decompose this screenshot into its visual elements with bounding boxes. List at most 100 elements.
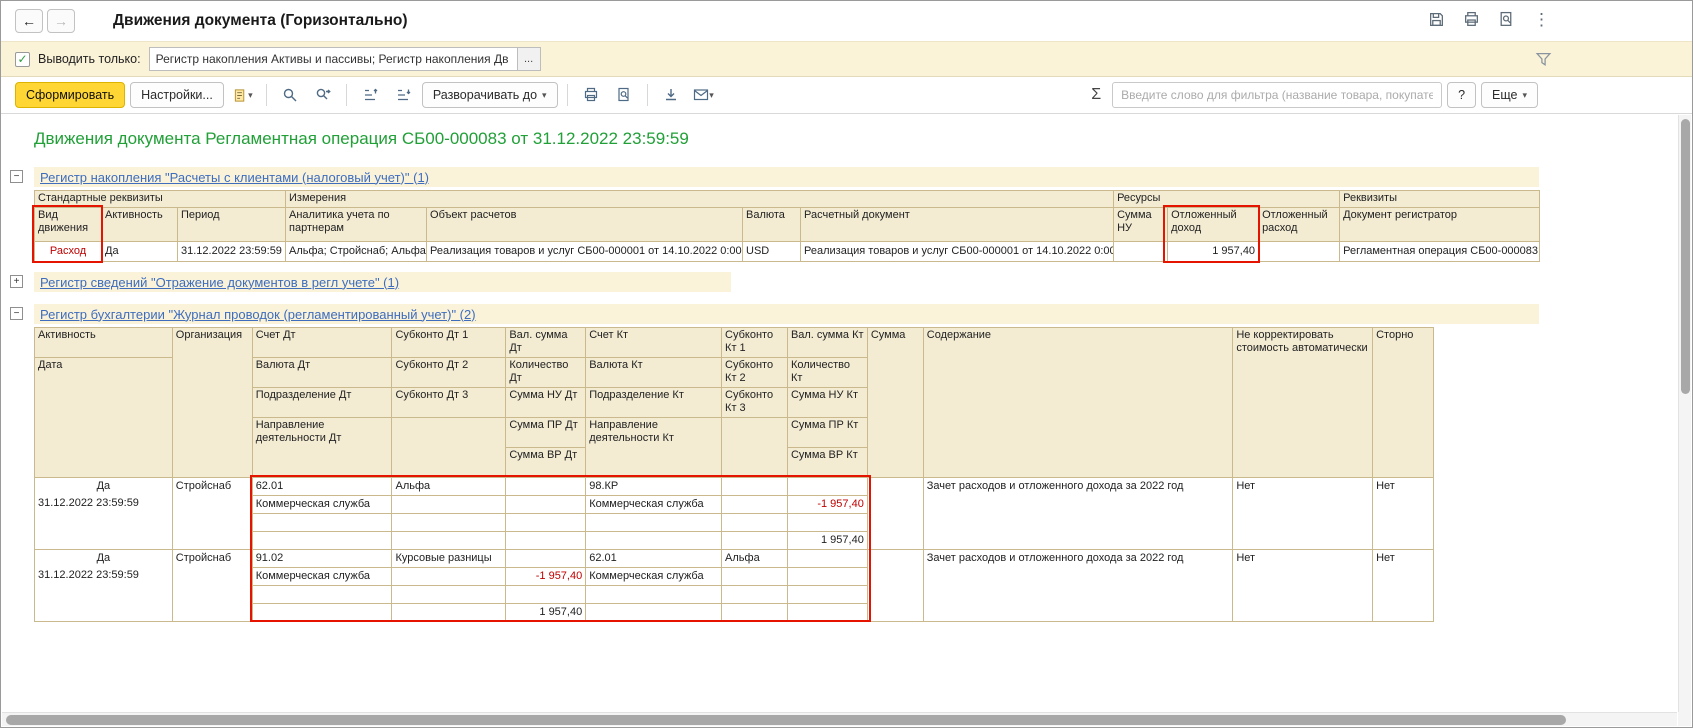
cell-credit-amounts[interactable] <box>787 550 868 621</box>
registers-input[interactable] <box>148 47 517 71</box>
cell-activity[interactable]: Да <box>101 241 178 262</box>
cell-content[interactable]: Зачет расходов и отложенного дохода за 2… <box>924 550 1234 621</box>
cell-activity-date[interactable]: Да 31.12.2022 23:59:59 <box>35 550 173 621</box>
cell-credit-subconto[interactable] <box>722 478 788 549</box>
collapse-section-3-button[interactable]: − <box>10 307 23 320</box>
cell-currency[interactable]: USD <box>742 241 802 262</box>
cell-period[interactable]: 31.12.2022 23:59:59 <box>176 241 287 262</box>
section-link-accounting-register[interactable]: Регистр бухгалтерии "Журнал проводок (ре… <box>40 307 476 322</box>
group-header: Реквизиты <box>1339 190 1541 208</box>
header-date: Дата <box>38 359 63 371</box>
cell-settlement-document[interactable]: Реализация товаров и услуг СБ00-000001 о… <box>800 241 1115 262</box>
expand-section-2-button[interactable]: + <box>10 275 23 288</box>
cell-deferred-income[interactable]: 1 957,40 <box>1167 241 1260 262</box>
toolbar-separator <box>646 84 648 106</box>
registers-browse-button[interactable]: ... <box>516 47 541 71</box>
collapse-section-1-button[interactable]: − <box>10 170 23 183</box>
collapse-groups-button[interactable] <box>356 82 384 108</box>
search-button[interactable] <box>276 82 304 108</box>
more-button[interactable]: Еще ▾ <box>1481 82 1538 108</box>
settings-button[interactable]: Настройки... <box>130 82 224 108</box>
output-only-label: Выводить только: <box>38 52 141 66</box>
quick-filter-input[interactable] <box>1112 82 1443 108</box>
cell-movement-type[interactable]: Расход <box>34 241 102 262</box>
cell-debit-amounts[interactable]: -1 957,40 1 957,40 <box>506 550 587 621</box>
report-variants-button[interactable]: ▾ <box>229 82 257 108</box>
col-header-settlement-object: Объект расчетов <box>426 207 744 242</box>
cell-content[interactable]: Зачет расходов и отложенного дохода за 2… <box>924 478 1234 549</box>
section-bar: Регистр накопления "Расчеты с клиентами … <box>34 167 1539 187</box>
report-area: Движения документа Регламентная операция… <box>2 115 1677 711</box>
section-link-accumulation-register[interactable]: Регистр накопления "Расчеты с клиентами … <box>40 170 429 185</box>
print-preview-button[interactable] <box>610 82 638 108</box>
cell-debit-subconto[interactable]: Альфа <box>392 478 507 549</box>
help-button[interactable]: ? <box>1447 82 1477 108</box>
find-button[interactable] <box>1496 9 1517 30</box>
generate-button[interactable]: Сформировать <box>15 82 126 108</box>
col-credit-amounts: Вал. сумма Кт Количество Кт Сумма НУ Кт … <box>787 328 868 477</box>
caret-down-icon: ▾ <box>248 89 253 100</box>
cell-activity-date[interactable]: Да 31.12.2022 23:59:59 <box>35 478 173 549</box>
group-header: Стандартные реквизиты <box>33 190 287 208</box>
more-window-button[interactable]: ⋮ <box>1531 11 1552 29</box>
cell-registrar[interactable]: Регламентная операция СБ00-000083 от <box>1339 241 1541 262</box>
section-link-information-register[interactable]: Регистр сведений "Отражение документов в… <box>40 275 399 290</box>
output-filter-bar: ✓ Выводить только: ... <box>1 41 1692 77</box>
column-header-row: Вид движения Активность Период Аналитика… <box>34 207 1541 242</box>
report-toolbar: Сформировать Настройки... ▾ Разворачиват… <box>1 77 1692 114</box>
col-header-deferred-income: Отложенный доход <box>1167 207 1260 242</box>
print-titlebar-button[interactable] <box>1461 9 1482 30</box>
col-header-movement-type: Вид движения <box>34 207 102 242</box>
cell-deferred-expense[interactable] <box>1258 241 1341 262</box>
titlebar-icons: ⋮ <box>1426 9 1552 30</box>
save-file-button[interactable] <box>657 82 685 108</box>
col-debit-account: Счет Дт Валюта Дт Подразделение Дт Напра… <box>252 328 393 477</box>
cell-debit-amounts[interactable] <box>506 478 587 549</box>
cell-sum-nu[interactable] <box>1113 241 1169 262</box>
filter-funnel-icon[interactable] <box>1535 51 1552 68</box>
find-next-button[interactable] <box>309 82 337 108</box>
col-sum: Сумма <box>868 328 924 477</box>
expand-to-label: Разворачивать до <box>432 88 538 102</box>
cell-credit-subconto[interactable]: Альфа <box>722 550 788 621</box>
cell-debit-subconto[interactable]: Курсовые разницы <box>392 550 507 621</box>
cell-credit-account[interactable]: 98.КР Коммерческая служба <box>586 478 723 549</box>
register-data-row: Расход Да 31.12.2022 23:59:59 Альфа; Стр… <box>34 241 1541 262</box>
cell-no-adjust[interactable]: Нет <box>1233 478 1374 549</box>
back-button[interactable]: ← <box>15 9 43 33</box>
cell-organization[interactable]: Стройснаб <box>173 550 253 621</box>
save-button[interactable] <box>1426 9 1447 30</box>
cell-analytics[interactable]: Альфа; Стройснаб; Альфа <box>285 241 428 262</box>
cell-organization[interactable]: Стройснаб <box>173 478 253 549</box>
group-header-row: Стандартные реквизиты Измерения Ресурсы … <box>33 190 1541 208</box>
cell-settlement-object[interactable]: Реализация товаров и услуг СБ00-000001 о… <box>426 241 744 262</box>
col-debit-amounts: Вал. сумма Дт Количество Дт Сумма НУ Дт … <box>506 328 587 477</box>
vertical-scrollbar-thumb[interactable] <box>1681 119 1690 394</box>
col-activity-date: Активность Дата <box>35 328 173 477</box>
send-email-button[interactable]: ▾ <box>690 82 718 108</box>
col-storno: Сторно <box>1376 329 1414 341</box>
cell-storno[interactable]: Нет <box>1373 478 1433 549</box>
output-only-checkbox[interactable]: ✓ <box>15 51 30 67</box>
cell-no-adjust[interactable]: Нет <box>1233 550 1374 621</box>
cell-sum[interactable] <box>868 478 924 549</box>
cell-sum[interactable] <box>868 550 924 621</box>
expand-groups-button[interactable] <box>389 82 417 108</box>
toolbar-separator <box>345 84 347 106</box>
print-button[interactable] <box>577 82 605 108</box>
cell-credit-account[interactable]: 62.01 Коммерческая служба <box>586 550 723 621</box>
forward-button[interactable]: → <box>47 9 75 33</box>
col-no-adjust: Не корректировать стоимость автоматическ… <box>1233 328 1374 477</box>
window-title: Движения документа (Горизонтально) <box>113 12 408 29</box>
horizontal-scrollbar-thumb[interactable] <box>6 715 1566 725</box>
cell-debit-account[interactable]: 91.02 Коммерческая служба <box>252 550 393 621</box>
expand-to-button[interactable]: Разворачивать до ▾ <box>421 82 558 108</box>
titlebar: ← → Движения документа (Горизонтально) ⋮ <box>1 1 1692 41</box>
cell-storno[interactable]: Нет <box>1373 550 1433 621</box>
vertical-scrollbar[interactable] <box>1678 115 1691 712</box>
app-window: ← → Движения документа (Горизонтально) ⋮… <box>0 0 1693 728</box>
cell-debit-account[interactable]: 62.01 Коммерческая служба <box>252 478 393 549</box>
sigma-indicator: Σ <box>1091 86 1102 103</box>
horizontal-scrollbar[interactable] <box>2 712 1677 726</box>
cell-credit-amounts[interactable]: -1 957,40 1 957,40 <box>787 478 868 549</box>
